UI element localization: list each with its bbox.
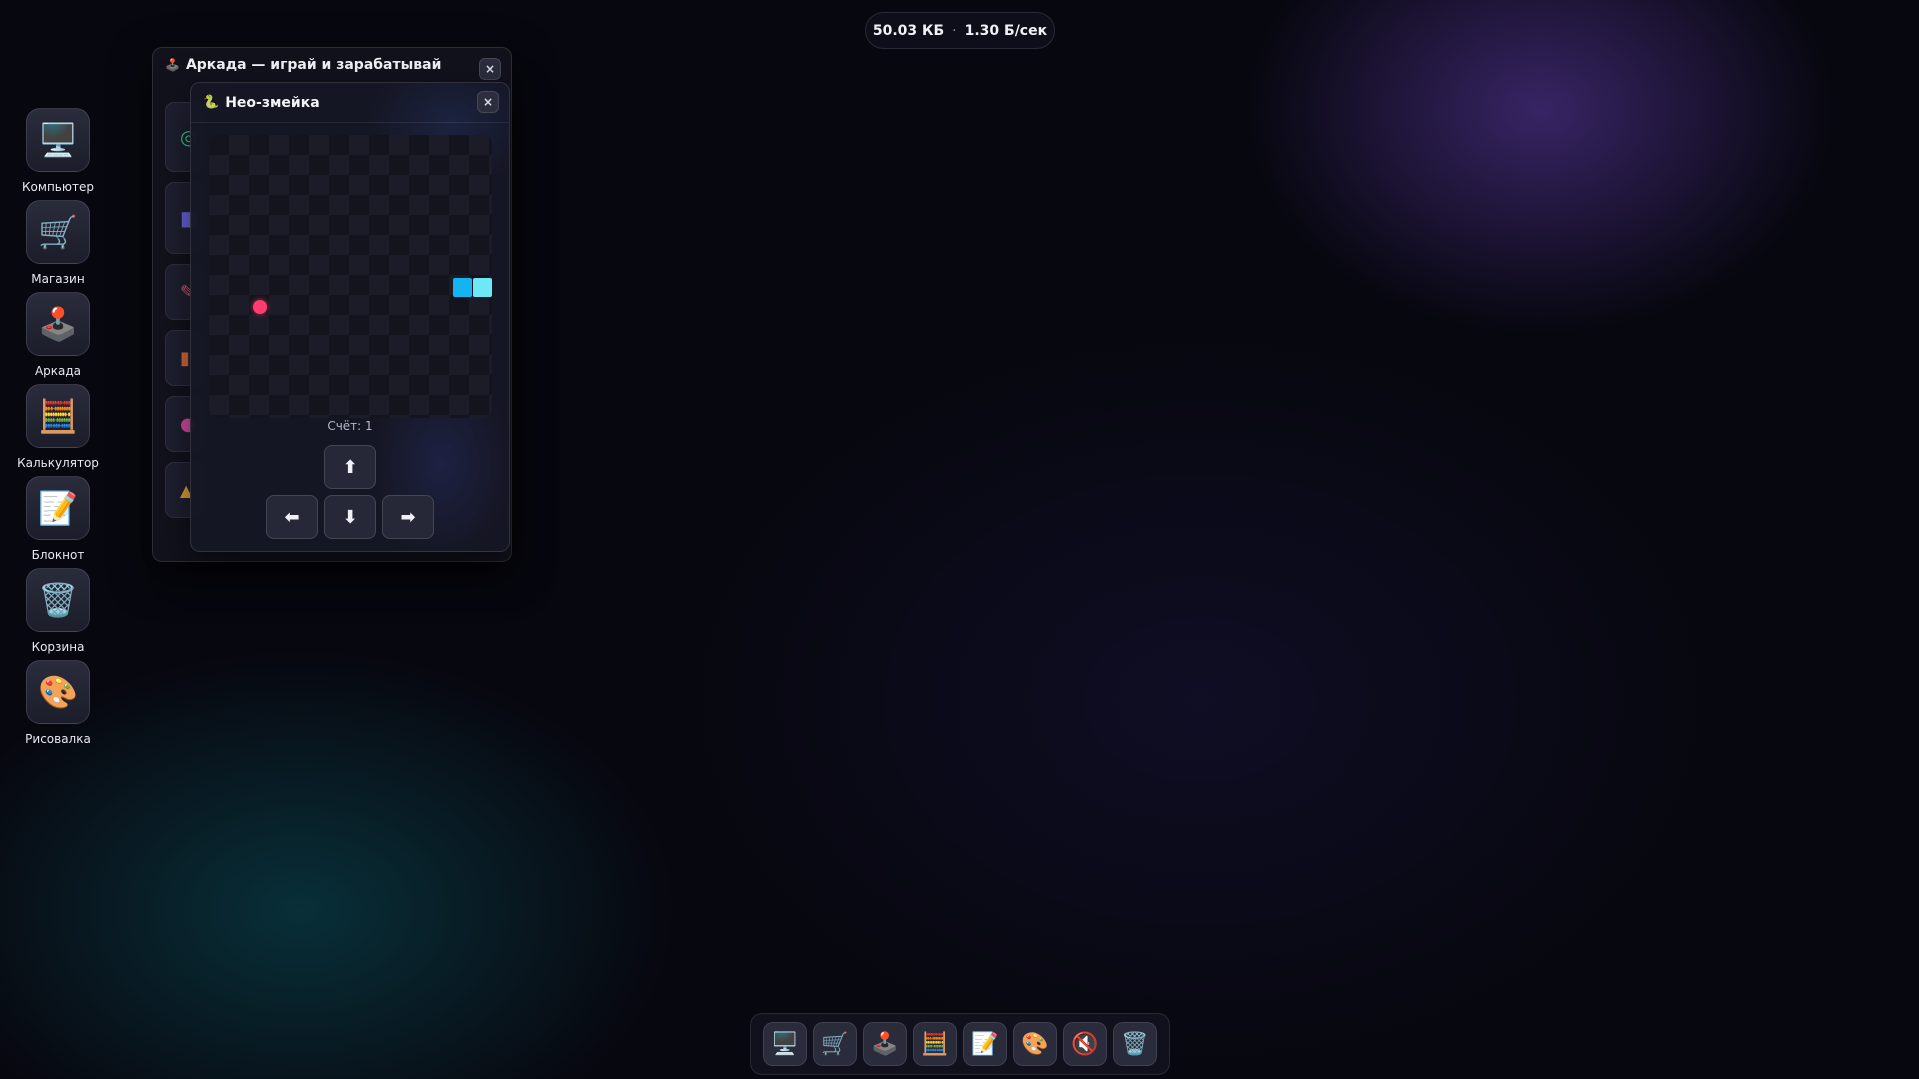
snake-window: 🐍 Нео-змейка × Счёт: 1 ⬆ ⬅ ⬇ ➡ bbox=[190, 82, 510, 552]
food-dot bbox=[252, 299, 267, 314]
abacus-icon: 🧮 bbox=[921, 1031, 949, 1057]
mute-icon: 🔇 bbox=[1071, 1031, 1099, 1057]
desktop-item-calculator[interactable]: 🧮 Калькулятор bbox=[14, 384, 102, 476]
computer-icon: 🖥️ bbox=[771, 1031, 799, 1057]
abacus-icon: 🧮 bbox=[26, 384, 90, 448]
notepad-icon: 📝 bbox=[26, 476, 90, 540]
taskbar-paint[interactable]: 🎨 bbox=[1013, 1022, 1057, 1066]
snake-segment bbox=[472, 277, 492, 297]
desktop-label: Рисовалка bbox=[25, 732, 91, 746]
left-button[interactable]: ⬅ bbox=[266, 495, 318, 539]
trash-icon: 🗑️ bbox=[26, 568, 90, 632]
status-separator: · bbox=[952, 22, 957, 39]
palette-icon: 🎨 bbox=[26, 660, 90, 724]
taskbar-computer[interactable]: 🖥️ bbox=[763, 1022, 807, 1066]
data-size: 50.03 КБ bbox=[872, 22, 945, 39]
arcade-title-bar: 🕹️ Аркада — играй и зарабатывай × bbox=[153, 48, 511, 82]
taskbar: 🖥️ 🛒 🕹️ 🧮 📝 🎨 🔇 🗑️ bbox=[750, 1013, 1170, 1075]
desktop-item-trash[interactable]: 🗑️ Корзина bbox=[14, 568, 102, 660]
snake-title-bar: 🐍 Нео-змейка × bbox=[191, 83, 509, 123]
down-button[interactable]: ⬇ bbox=[324, 495, 376, 539]
taskbar-shop[interactable]: 🛒 bbox=[813, 1022, 857, 1066]
desktop-label: Магазин bbox=[31, 272, 85, 286]
desktop-label: Блокнот bbox=[31, 548, 85, 562]
joystick-icon: 🕹️ bbox=[26, 292, 90, 356]
desktop-label: Аркада bbox=[34, 364, 82, 378]
arcade-close-button[interactable]: × bbox=[479, 58, 501, 80]
taskbar-calculator[interactable]: 🧮 bbox=[913, 1022, 957, 1066]
desktop-item-notepad[interactable]: 📝 Блокнот bbox=[14, 476, 102, 568]
desktop-label: Компьютер bbox=[22, 180, 94, 194]
status-pill: 50.03 КБ · 1.30 Б/сек bbox=[865, 12, 1055, 49]
computer-icon: 🖥️ bbox=[26, 108, 90, 172]
snake-title: Нео-змейка bbox=[225, 94, 320, 111]
score-label: Счёт: 1 bbox=[327, 419, 373, 433]
snake-close-button[interactable]: × bbox=[477, 91, 499, 113]
game-board[interactable] bbox=[209, 135, 492, 418]
trash-icon: 🗑️ bbox=[1121, 1031, 1149, 1057]
taskbar-notepad[interactable]: 📝 bbox=[963, 1022, 1007, 1066]
taskbar-sound[interactable]: 🔇 bbox=[1063, 1022, 1107, 1066]
desktop-item-arcade[interactable]: 🕹️ Аркада bbox=[14, 292, 102, 384]
desktop-label: Корзина bbox=[31, 640, 85, 654]
desktop-item-paint[interactable]: 🎨 Рисовалка bbox=[14, 660, 102, 752]
joystick-icon: 🕹️ bbox=[871, 1031, 899, 1057]
desktop-label: Калькулятор bbox=[17, 456, 99, 470]
arcade-title: Аркада — играй и зарабатывай bbox=[185, 57, 442, 73]
data-rate: 1.30 Б/сек bbox=[964, 22, 1048, 39]
joystick-icon: 🕹️ bbox=[165, 58, 180, 72]
desktop-icons: 🖥️ Компьютер 🛒 Магазин 🕹️ Аркада 🧮 Кальк… bbox=[14, 108, 102, 752]
cart-icon: 🛒 bbox=[26, 200, 90, 264]
taskbar-trash[interactable]: 🗑️ bbox=[1113, 1022, 1157, 1066]
up-button[interactable]: ⬆ bbox=[324, 445, 376, 489]
snake-segment bbox=[452, 277, 472, 297]
taskbar-arcade[interactable]: 🕹️ bbox=[863, 1022, 907, 1066]
cart-icon: 🛒 bbox=[821, 1031, 849, 1057]
snake-icon: 🐍 bbox=[203, 95, 220, 110]
desktop-item-shop[interactable]: 🛒 Магазин bbox=[14, 200, 102, 292]
palette-icon: 🎨 bbox=[1021, 1031, 1049, 1057]
right-button[interactable]: ➡ bbox=[382, 495, 434, 539]
notepad-icon: 📝 bbox=[971, 1031, 999, 1057]
desktop-item-computer[interactable]: 🖥️ Компьютер bbox=[14, 108, 102, 200]
